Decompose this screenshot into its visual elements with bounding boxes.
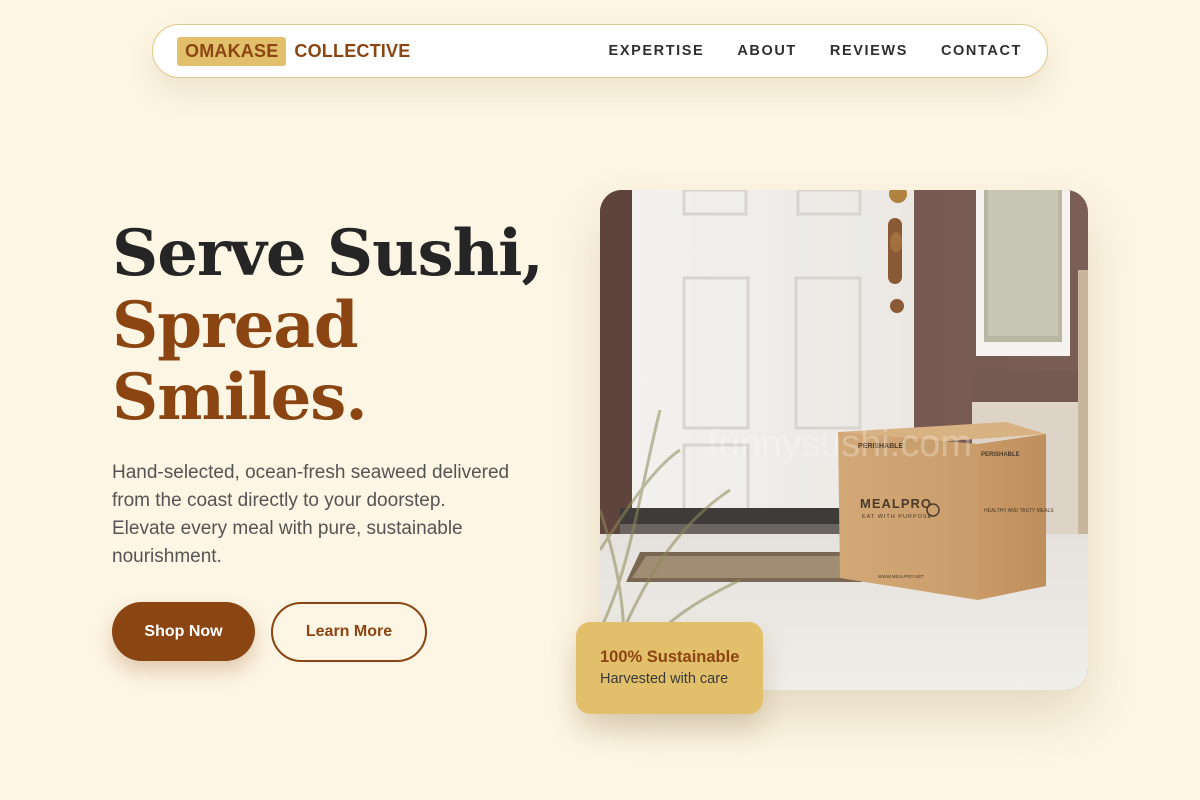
headline-line-2: Spread [112,288,359,363]
nav-link-contact[interactable]: CONTACT [941,43,1022,59]
hero-subtext: Hand-selected, ocean-fresh seaweed deliv… [112,462,510,567]
badge-subtitle: Harvested with care [600,671,729,687]
box-brand-text: MEALPRO [860,496,932,511]
headline-line-1: Serve Sushi, [112,216,544,291]
nav-menu: EXPERTISE ABOUT REVIEWS CONTACT [609,43,1022,59]
nav-link-about[interactable]: ABOUT [737,43,797,59]
box-url-text: WWW.MEALPRO.NET [878,574,924,579]
nav-link-expertise[interactable]: EXPERTISE [609,43,705,59]
svg-text:PERISHABLE: PERISHABLE [981,452,1020,458]
hero-headline: Serve Sushi, Spread Smiles. [112,218,572,434]
watermark-text: funnysushi.com [708,423,972,465]
shop-now-button[interactable]: Shop Now [112,602,255,661]
brand-text: COLLECTIVE [294,40,411,61]
brand-highlight: OMAKASE [177,36,287,66]
hero-image: PERISHABLE PERISHABLE MEALPRO EAT WITH P… [600,190,1088,690]
box-tagline-text: EAT WITH PURPOSE [862,514,932,520]
badge-title: 100% Sustainable [600,648,740,666]
box-side-text: HEALTHY AND TASTY MEALS [984,508,1054,514]
headline-line-3: Smiles. [112,360,368,435]
sustainability-badge: 100% Sustainable Harvested with care [576,622,763,714]
learn-more-button[interactable]: Learn More [271,602,427,662]
nav-link-reviews[interactable]: REVIEWS [830,43,908,59]
doorstep-delivery-photo: PERISHABLE PERISHABLE MEALPRO EAT WITH P… [600,190,1088,690]
brand-logo[interactable]: OMAKASE COLLECTIVE [177,36,411,66]
top-navigation: OMAKASE COLLECTIVE EXPERTISE ABOUT REVIE… [152,24,1048,78]
